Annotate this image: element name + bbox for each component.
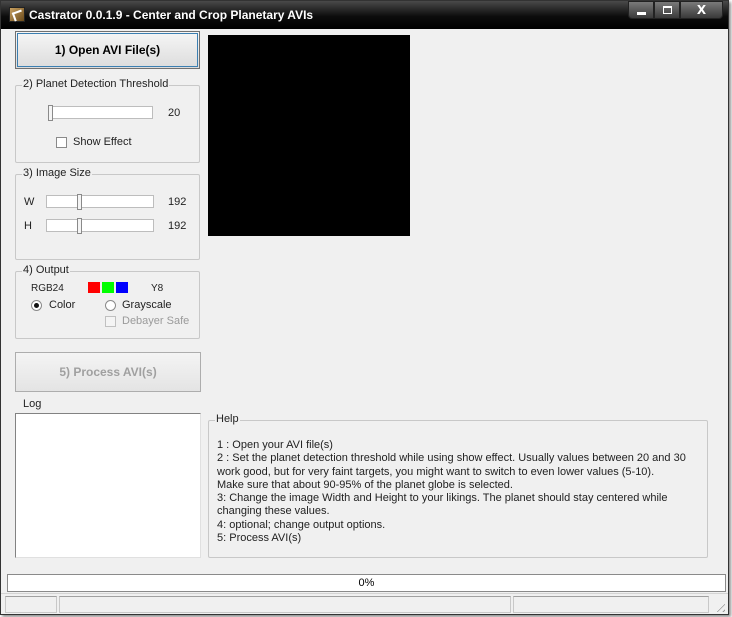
height-slider-track[interactable] (46, 219, 154, 232)
title-bar[interactable]: Castrator 0.0.1.9 - Center and Crop Plan… (1, 1, 728, 29)
progress-label: 0% (358, 577, 375, 589)
image-size-group: 3) Image Size W 192 H 192 (15, 167, 200, 260)
help-line: work good, but for very faint targets, y… (217, 465, 655, 478)
show-effect-checkbox[interactable] (56, 137, 67, 148)
help-line: 1 : Open your AVI file(s) (217, 439, 333, 451)
close-button[interactable]: X (680, 1, 723, 19)
output-group-label: 4) Output (22, 264, 70, 276)
help-line: 2 : Set the planet detection threshold w… (217, 452, 686, 465)
color-radio-label[interactable]: Color (49, 299, 75, 311)
debayer-safe-label: Debayer Safe (122, 315, 190, 327)
y8-label: Y8 (151, 283, 164, 294)
width-label: W (24, 196, 35, 208)
green-swatch (102, 282, 114, 293)
status-bar (1, 593, 728, 614)
help-line: Make sure that about 90-95% of the plane… (217, 478, 513, 491)
main-window: Castrator 0.0.1.9 - Center and Crop Plan… (0, 0, 729, 615)
show-effect-label[interactable]: Show Effect (73, 136, 132, 148)
height-label: H (24, 220, 32, 232)
width-value: 192 (168, 196, 187, 208)
minimize-button[interactable] (628, 1, 654, 19)
app-icon (9, 7, 25, 22)
log-textbox[interactable] (15, 413, 201, 558)
help-line: 5: Process AVI(s) (217, 532, 302, 545)
open-avi-button[interactable]: 1) Open AVI File(s) (15, 31, 200, 69)
process-avi-button[interactable]: 5) Process AVI(s) (15, 352, 201, 392)
progress-bar: 0% (7, 574, 726, 592)
resize-grip-icon[interactable] (713, 600, 725, 612)
threshold-value: 20 (168, 107, 181, 119)
blue-swatch (116, 282, 128, 293)
height-value: 192 (168, 220, 187, 232)
minimize-icon (636, 11, 646, 15)
help-group: Help 1 : Open your AVI file(s) 2 : Set t… (208, 413, 708, 558)
grayscale-radio[interactable] (105, 300, 116, 311)
height-slider-thumb[interactable] (77, 218, 82, 234)
debayer-safe-checkbox[interactable] (105, 316, 116, 327)
rgb24-label: RGB24 (31, 283, 64, 294)
status-panel (5, 596, 57, 613)
color-radio[interactable] (31, 300, 42, 311)
grayscale-radio-label[interactable]: Grayscale (122, 299, 172, 311)
help-text: 1 : Open your AVI file(s) 2 : Set the pl… (217, 439, 686, 545)
red-swatch (88, 282, 100, 293)
log-label: Log (23, 398, 42, 410)
maximize-icon (662, 6, 672, 14)
help-line: 4: optional; change output options. (217, 518, 386, 531)
width-slider-track[interactable] (46, 195, 154, 208)
width-slider-thumb[interactable] (77, 194, 82, 210)
output-group: 4) Output RGB24 Y8 Color Grayscale Debay… (15, 264, 200, 339)
status-panel (513, 596, 709, 613)
preview-image (208, 35, 410, 236)
image-size-group-label: 3) Image Size (22, 167, 92, 179)
threshold-group: 2) Planet Detection Threshold 20 Show Ef… (15, 78, 200, 163)
close-icon: X (696, 3, 707, 17)
help-line: changing these values. (217, 505, 330, 518)
help-line: 3: Change the image Width and Height to … (217, 492, 668, 505)
maximize-button[interactable] (654, 1, 680, 19)
help-group-label: Help (215, 413, 240, 425)
window-title: Castrator 0.0.1.9 - Center and Crop Plan… (29, 8, 314, 22)
threshold-slider-track[interactable] (52, 106, 153, 119)
threshold-slider-thumb[interactable] (48, 105, 53, 121)
threshold-group-label: 2) Planet Detection Threshold (22, 78, 170, 90)
status-panel (59, 596, 511, 613)
